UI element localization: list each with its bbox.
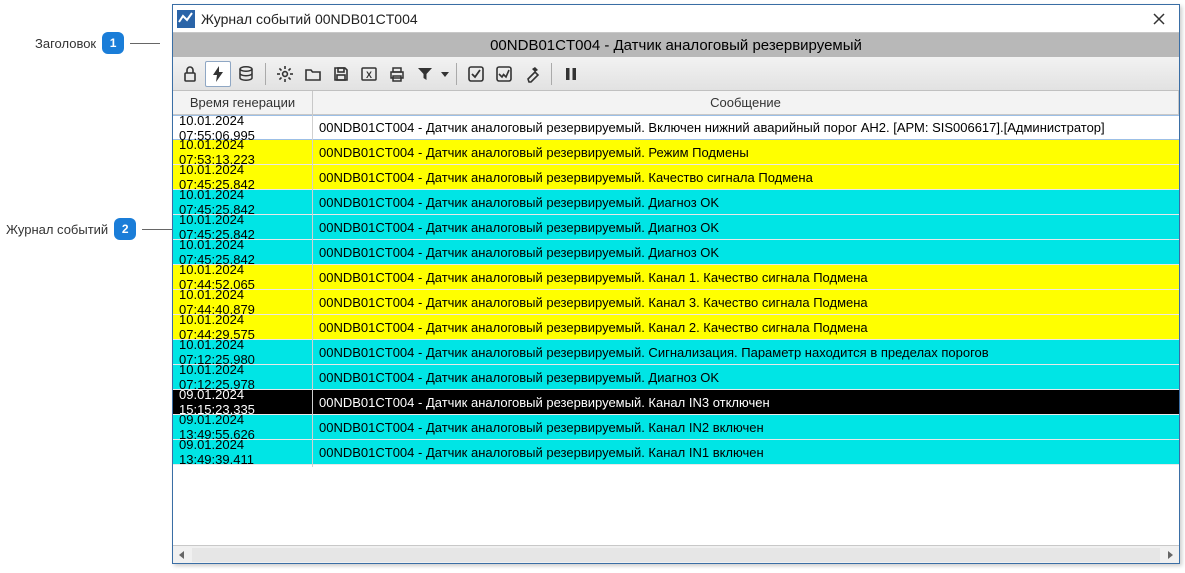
cell-message: 00NDB01CT004 - Датчик аналоговый резерви…: [313, 445, 1179, 460]
cell-message: 00NDB01CT004 - Датчик аналоговый резерви…: [313, 395, 1179, 410]
settings-button[interactable]: [272, 61, 298, 87]
table-row[interactable]: 10.01.2024 07:12:25.98000NDB01CT004 - Да…: [173, 340, 1179, 365]
lock-button[interactable]: [177, 61, 203, 87]
callouts: Заголовок 1 Журнал событий 2: [0, 0, 170, 573]
check-square-icon: [467, 65, 485, 83]
open-button[interactable]: [300, 61, 326, 87]
cell-message: 00NDB01CT004 - Датчик аналоговый резерви…: [313, 245, 1179, 260]
toolbar: X: [173, 57, 1179, 91]
pause-button[interactable]: [558, 61, 584, 87]
table-row[interactable]: 09.01.2024 13:49:39.41100NDB01CT004 - Да…: [173, 440, 1179, 465]
cell-message: 00NDB01CT004 - Датчик аналоговый резерви…: [313, 145, 1179, 160]
eraser-icon: [523, 65, 541, 83]
toolbar-separator: [551, 63, 552, 85]
event-log-window: Журнал событий 00NDB01CT004 00NDB01CT004…: [172, 4, 1180, 564]
ack-all-button[interactable]: [491, 61, 517, 87]
bolt-icon: [209, 65, 227, 83]
clear-button[interactable]: [519, 61, 545, 87]
callout-number-2: 2: [114, 218, 136, 240]
scroll-right-button[interactable]: [1161, 546, 1179, 564]
lock-icon: [181, 65, 199, 83]
scrollbar-track[interactable]: [192, 548, 1160, 562]
close-button[interactable]: [1143, 7, 1175, 31]
chevron-left-icon: [177, 550, 187, 560]
save-icon: [332, 65, 350, 83]
check-double-icon: [495, 65, 513, 83]
table-row[interactable]: 10.01.2024 07:45:25.84200NDB01CT004 - Да…: [173, 215, 1179, 240]
folder-icon: [304, 65, 322, 83]
scroll-left-button[interactable]: [173, 546, 191, 564]
cell-message: 00NDB01CT004 - Датчик аналоговый резерви…: [313, 420, 1179, 435]
filter-dropdown[interactable]: [440, 70, 450, 78]
table-row[interactable]: 10.01.2024 07:45:25.84200NDB01CT004 - Да…: [173, 190, 1179, 215]
cell-message: 00NDB01CT004 - Датчик аналоговый резерви…: [313, 270, 1179, 285]
event-table-body: 10.01.2024 07:55:06.99500NDB01CT004 - Да…: [173, 115, 1179, 545]
titlebar: Журнал событий 00NDB01CT004: [173, 5, 1179, 33]
table-row[interactable]: 10.01.2024 07:55:06.99500NDB01CT004 - Да…: [173, 115, 1179, 140]
column-header-message[interactable]: Сообщение: [313, 91, 1179, 114]
svg-text:X: X: [366, 70, 372, 80]
close-icon: [1153, 13, 1165, 25]
table-row[interactable]: 10.01.2024 07:44:29.57500NDB01CT004 - Да…: [173, 315, 1179, 340]
app-icon: [177, 10, 195, 28]
callout-label-2: Журнал событий: [6, 222, 108, 237]
table-row[interactable]: 09.01.2024 15:15:23.33500NDB01CT004 - Да…: [173, 390, 1179, 415]
pause-icon: [562, 65, 580, 83]
cell-message: 00NDB01CT004 - Датчик аналоговый резерви…: [313, 220, 1179, 235]
table-row[interactable]: 10.01.2024 07:45:25.84200NDB01CT004 - Да…: [173, 165, 1179, 190]
table-row[interactable]: 10.01.2024 07:12:25.97800NDB01CT004 - Да…: [173, 365, 1179, 390]
callout-number-1: 1: [102, 32, 124, 54]
table-row[interactable]: 10.01.2024 07:45:25.84200NDB01CT004 - Да…: [173, 240, 1179, 265]
toolbar-separator: [456, 63, 457, 85]
cell-message: 00NDB01CT004 - Датчик аналоговый резерви…: [313, 295, 1179, 310]
column-headers: Время генерации Сообщение: [173, 91, 1179, 115]
cell-message: 00NDB01CT004 - Датчик аналоговый резерви…: [313, 120, 1179, 135]
cell-time: 09.01.2024 13:49:39.411: [173, 437, 313, 467]
filter-button[interactable]: [412, 61, 438, 87]
window-title: Журнал событий 00NDB01CT004: [201, 11, 1143, 27]
column-header-time[interactable]: Время генерации: [173, 91, 313, 114]
table-row[interactable]: 10.01.2024 07:53:13.22300NDB01CT004 - Да…: [173, 140, 1179, 165]
table-row[interactable]: 10.01.2024 07:44:40.87900NDB01CT004 - Да…: [173, 290, 1179, 315]
table-row[interactable]: 09.01.2024 13:49:55.62600NDB01CT004 - Да…: [173, 415, 1179, 440]
cell-message: 00NDB01CT004 - Датчик аналоговый резерви…: [313, 370, 1179, 385]
database-icon: [237, 65, 255, 83]
gear-icon: [276, 65, 294, 83]
chevron-right-icon: [1165, 550, 1175, 560]
database-button[interactable]: [233, 61, 259, 87]
filter-icon: [416, 65, 434, 83]
callout-label-1: Заголовок: [35, 36, 96, 51]
ack-one-button[interactable]: [463, 61, 489, 87]
excel-icon: X: [360, 65, 378, 83]
export-excel-button[interactable]: X: [356, 61, 382, 87]
print-button[interactable]: [384, 61, 410, 87]
print-icon: [388, 65, 406, 83]
cell-message: 00NDB01CT004 - Датчик аналоговый резерви…: [313, 195, 1179, 210]
bolt-button[interactable]: [205, 61, 231, 87]
table-row[interactable]: 10.01.2024 07:44:52.06500NDB01CT004 - Да…: [173, 265, 1179, 290]
cell-message: 00NDB01CT004 - Датчик аналоговый резерви…: [313, 320, 1179, 335]
header-band: 00NDB01CT004 - Датчик аналоговый резерви…: [173, 33, 1179, 57]
toolbar-separator: [265, 63, 266, 85]
cell-message: 00NDB01CT004 - Датчик аналоговый резерви…: [313, 345, 1179, 360]
horizontal-scrollbar[interactable]: [173, 545, 1179, 563]
save-button[interactable]: [328, 61, 354, 87]
chevron-down-icon: [441, 70, 449, 78]
cell-message: 00NDB01CT004 - Датчик аналоговый резерви…: [313, 170, 1179, 185]
